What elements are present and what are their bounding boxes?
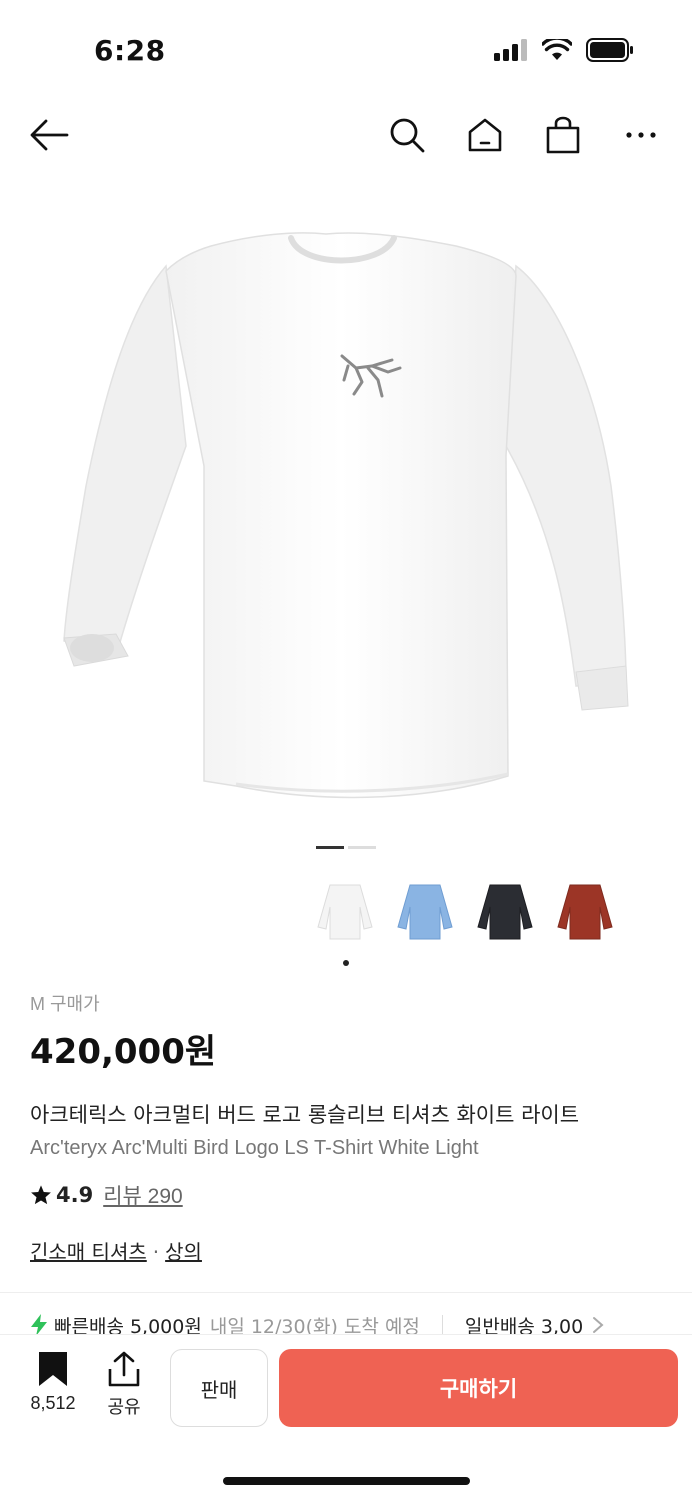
color-option-white[interactable]	[310, 872, 380, 952]
cart-button[interactable]	[540, 112, 586, 158]
battery-icon	[586, 38, 633, 62]
color-option-blue[interactable]	[390, 872, 460, 952]
thumbnail-shirt-red	[557, 884, 613, 940]
home-button[interactable]	[462, 112, 508, 158]
back-button[interactable]	[26, 112, 72, 158]
chevron-right-icon	[593, 1317, 604, 1333]
bottom-action-bar: 8,512 공유 판매 구매하기	[0, 1334, 692, 1500]
bookmark-icon	[39, 1352, 67, 1386]
share-label: 공유	[107, 1397, 141, 1417]
more-button[interactable]	[618, 112, 664, 158]
search-button[interactable]	[384, 112, 430, 158]
category-separator: ·	[152, 1240, 160, 1264]
category-link-tops[interactable]: 상의	[165, 1240, 202, 1264]
status-time: 6:28	[94, 34, 166, 67]
top-nav-bar	[0, 100, 692, 170]
more-icon	[626, 132, 656, 138]
status-bar: 6:28	[0, 0, 692, 100]
sell-button[interactable]: 판매	[170, 1349, 268, 1427]
share-button[interactable]: 공유	[98, 1351, 150, 1419]
category-link-longsleeve[interactable]: 긴소매 티셔츠	[30, 1240, 147, 1264]
lightning-icon	[31, 1314, 47, 1336]
back-arrow-icon	[30, 119, 69, 151]
rating-score: 4.9	[56, 1183, 94, 1207]
thumbnail-shirt-blue	[397, 884, 453, 940]
thumbnail-shirt-white	[317, 884, 373, 940]
product-title-korean: 아크테릭스 아크멀티 버드 로고 롱슬리브 티셔츠 화이트 라이트	[30, 1103, 580, 1127]
wifi-icon	[542, 39, 572, 60]
share-icon	[108, 1351, 140, 1387]
color-option-red[interactable]	[550, 872, 620, 952]
thumbnail-selected-indicator	[343, 960, 349, 966]
bookmark-button[interactable]: 8,512	[22, 1351, 84, 1414]
product-image-carousel[interactable]	[0, 186, 692, 826]
status-icons	[494, 38, 634, 62]
product-title-english: Arc'teryx Arc'Multi Bird Logo LS T-Shirt…	[30, 1137, 479, 1159]
buy-button[interactable]: 구매하기	[279, 1349, 678, 1427]
product-price: 420,000원	[30, 1032, 217, 1072]
review-link[interactable]: 리뷰 290	[103, 1180, 183, 1210]
bookmark-count: 8,512	[30, 1393, 76, 1413]
home-icon	[468, 118, 502, 152]
pager-dot-active	[316, 846, 344, 849]
nav-actions	[384, 112, 664, 158]
carousel-pager	[316, 846, 376, 849]
section-divider	[0, 1292, 692, 1293]
star-icon	[31, 1185, 51, 1205]
search-icon	[390, 118, 425, 153]
product-info: M 구매가 420,000원 아크테릭스 아크멀티 버드 로고 롱슬리브 티셔츠…	[30, 990, 670, 1265]
cellular-signal-icon	[494, 39, 527, 61]
price-label: M 구매가	[30, 994, 100, 1014]
product-image	[63, 232, 629, 799]
category-breadcrumb: 긴소매 티셔츠 · 상의	[30, 1236, 670, 1265]
color-options	[310, 872, 620, 952]
shopping-bag-icon	[546, 116, 580, 154]
rating-row: 4.9 리뷰 290	[30, 1180, 670, 1210]
color-option-black[interactable]	[470, 872, 540, 952]
pager-dot	[348, 846, 376, 849]
thumbnail-shirt-black	[477, 884, 533, 940]
home-indicator	[223, 1477, 470, 1485]
shipping-separator	[441, 1315, 443, 1335]
